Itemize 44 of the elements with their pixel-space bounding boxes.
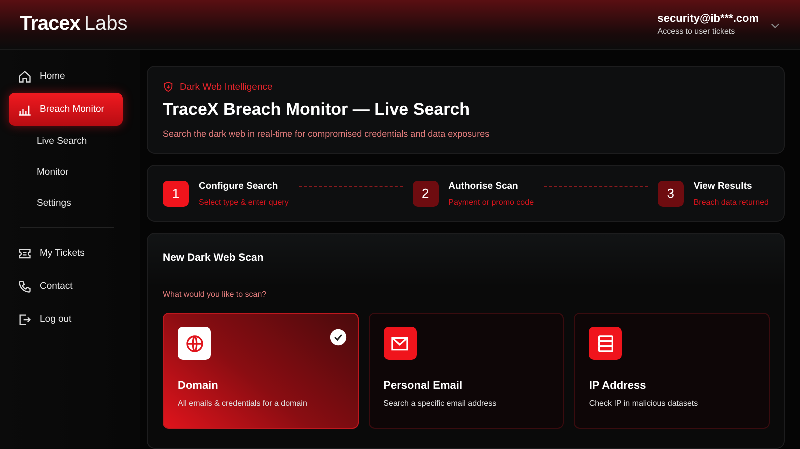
scan-type-option[interactable]: Personal Email Search a specific email address [368, 313, 564, 429]
logo-text: Tracex [20, 13, 80, 36]
step-title: Authorise Scan [448, 180, 520, 192]
question-label: What would you like to scan? [162, 289, 268, 299]
step-subtitle: Breach data returned [694, 198, 769, 206]
logout-icon [18, 312, 32, 326]
step-subtitle: Payment or promo code [448, 198, 534, 206]
option-description: Search a specific email address [384, 399, 498, 408]
step-title: Configure Search [199, 180, 280, 192]
sidebar-item[interactable]: Breach Monitor [9, 93, 123, 126]
eyebrow-text: Dark Web Intelligence [180, 82, 273, 92]
option-description: Check IP in malicious datasets [589, 399, 700, 408]
logo-text: Labs [84, 13, 128, 36]
section-title: New Dark Web Scan [162, 251, 265, 266]
option-title: Domain [178, 380, 220, 392]
step-number: 3 [658, 180, 684, 206]
sidebar-item[interactable]: Contact [9, 270, 123, 303]
ticket-icon [18, 246, 32, 260]
sidebar-item[interactable]: Live Search [9, 126, 123, 157]
sidebar-item[interactable]: Settings [9, 188, 123, 219]
scan-type-option[interactable]: IP Address Check IP in malicious datasets [574, 313, 770, 429]
option-title: IP Address [589, 380, 648, 392]
user-subtitle: Access to user tickets [658, 27, 736, 36]
step-subtitle: Select type & enter query [199, 198, 289, 206]
step-number: 1 [163, 180, 189, 206]
option-description: All emails & credentials for a domain [178, 399, 308, 408]
step-number: 2 [412, 180, 439, 206]
server-icon [596, 334, 616, 354]
phone-icon [18, 280, 32, 294]
sidebar-item[interactable]: Monitor [9, 157, 123, 188]
sidebar-item[interactable]: Home [9, 60, 123, 93]
option-title: Personal Email [384, 380, 464, 392]
shield-icon [163, 81, 174, 93]
user-email: security@ib***.com [658, 13, 759, 25]
globe-icon [184, 334, 204, 354]
page-title: TraceX Breach Monitor — Live Search [163, 100, 472, 120]
page-subtitle: Search the dark web in real-time for compromised credentials and data exposures [163, 129, 491, 139]
sidebar-item[interactable]: My Tickets [9, 237, 123, 270]
step-title: View Results [694, 180, 754, 192]
home-icon [18, 70, 32, 84]
scan-type-option[interactable]: Domain All emails & credentials for a domain [163, 313, 359, 429]
sidebar-item[interactable]: Log out [9, 303, 123, 336]
check-icon [330, 329, 347, 346]
chevron-down-icon[interactable] [771, 22, 780, 28]
